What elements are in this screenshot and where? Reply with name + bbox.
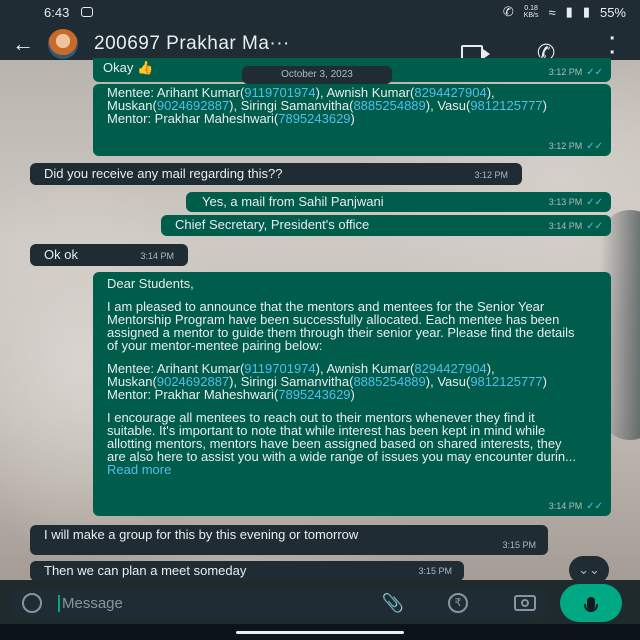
message-text: Dear Students, I am pleased to announce …: [107, 277, 583, 476]
message-outgoing[interactable]: Dear Students, I am pleased to announce …: [93, 272, 611, 516]
battery-icon: ▮: [582, 4, 590, 19]
message-outgoing[interactable]: Chief Secretary, President's office 3:14…: [161, 215, 611, 236]
message-text: Mentee: Arihant Kumar(9119701974), Awnis…: [107, 86, 547, 125]
message-incoming[interactable]: I will make a group for this by this eve…: [30, 525, 548, 555]
message-text: Then we can plan a meet someday: [44, 563, 247, 578]
contact-name[interactable]: 200697 Prakhar Ma···: [94, 33, 290, 55]
phone-link[interactable]: 9812125777: [470, 374, 542, 389]
emoji-icon[interactable]: [22, 593, 42, 613]
message-time: 3:15 PM: [502, 540, 536, 550]
message-meta: 3:14 PM: [140, 250, 174, 263]
message-meta: 3:15 PM: [502, 539, 536, 552]
message-text-part: ), Vasu(: [425, 98, 471, 113]
message-composer: 📎 ₹: [10, 586, 548, 620]
message-meta: 3:14 PM ✓✓: [549, 500, 603, 513]
read-more-link[interactable]: Read more: [107, 462, 171, 477]
message-time: 3:12 PM: [548, 141, 583, 151]
message-time: 3:12 PM: [474, 170, 508, 180]
message-text: Ok ok: [44, 247, 78, 262]
message-incoming[interactable]: Did you receive any mail regarding this?…: [30, 163, 522, 185]
phone-link[interactable]: 8885254889: [353, 98, 425, 113]
message-text-part: ): [542, 98, 547, 113]
message-time: 3:15 PM: [418, 566, 452, 576]
message-meta: 3:12 PM ✓✓: [549, 66, 603, 79]
message-greeting: Dear Students,: [107, 276, 194, 291]
double-tick-icon: ✓✓: [586, 221, 603, 232]
message-time: 3:13 PM: [548, 197, 583, 207]
message-meta: 3:12 PM: [474, 169, 508, 182]
message-text-part: ): [350, 387, 355, 402]
message-text: Okay 👍: [103, 60, 154, 75]
message-time: 3:14 PM: [548, 221, 583, 231]
message-text: Yes, a mail from Sahil Panjwani: [202, 194, 384, 209]
gesture-handle[interactable]: [236, 631, 404, 634]
network-speed-unit: KB/s: [523, 12, 539, 19]
status-icons: ✆ 0.18 KB/s ≈ ▮ ▮ 55%: [503, 4, 626, 20]
message-meta: 3:14 PM ✓✓: [549, 220, 603, 233]
date-chip: October 3, 2023: [242, 66, 392, 84]
double-tick-icon: ✓✓: [586, 501, 603, 512]
message-text-part: ): [542, 374, 547, 389]
status-bar: 6:43 ✆ 0.18 KB/s ≈ ▮ ▮ 55%: [0, 0, 640, 24]
double-tick-icon: ✓✓: [586, 197, 603, 208]
message-meta: 3:13 PM ✓✓: [549, 196, 603, 209]
network-speed-value: 0.18: [524, 5, 538, 12]
message-meta: 3:15 PM: [418, 565, 452, 578]
message-time: 3:12 PM: [548, 67, 583, 77]
arrow-left-icon[interactable]: ←: [12, 31, 38, 57]
message-text-part: I encourage all mentees to reach out to …: [107, 410, 576, 464]
message-text: Chief Secretary, President's office: [175, 217, 370, 232]
screenshot-icon: [81, 7, 94, 17]
message-incoming[interactable]: Then we can plan a meet someday 3:15 PM: [30, 561, 464, 581]
message-text-part: Mentor: Prakhar Maheshwari(: [107, 111, 279, 126]
paperclip-icon[interactable]: 📎: [382, 593, 404, 614]
message-text-part: ), Vasu(: [425, 374, 471, 389]
network-speed: 0.18 KB/s: [524, 5, 539, 19]
message-time: 3:14 PM: [548, 501, 583, 511]
mic-icon: [584, 596, 598, 612]
message-meta: 3:12 PM ✓✓: [549, 140, 603, 153]
status-time: 6:43: [44, 4, 70, 20]
battery-level: 55%: [599, 4, 626, 20]
message-time: 3:14 PM: [140, 251, 174, 261]
wifi-icon: ≈: [548, 4, 556, 20]
message-input[interactable]: [58, 594, 370, 612]
signal-icon: ▮: [565, 4, 573, 19]
double-tick-icon: ✓✓: [586, 141, 603, 152]
system-nav-bar: [0, 624, 640, 640]
message-paragraph: I encourage all mentees to reach out to …: [107, 411, 583, 476]
double-chevron-down-icon[interactable]: ⌄⌄: [569, 556, 609, 584]
message-incoming[interactable]: Ok ok 3:14 PM: [30, 244, 188, 266]
message-outgoing[interactable]: Mentee: Arihant Kumar(9119701974), Awnis…: [93, 84, 611, 156]
phone-link[interactable]: 7895243629: [278, 111, 350, 126]
message-text-part: ): [350, 111, 355, 126]
mic-button[interactable]: [560, 584, 622, 622]
message-text: Did you receive any mail regarding this?…: [44, 166, 283, 181]
message-text-part: Mentor: Prakhar Maheshwari(: [107, 387, 279, 402]
phone-link[interactable]: 8885254889: [353, 374, 425, 389]
double-tick-icon: ✓✓: [586, 67, 603, 78]
message-text: I will make a group for this by this eve…: [44, 527, 359, 542]
message-outgoing[interactable]: Yes, a mail from Sahil Panjwani 3:13 PM ✓…: [186, 192, 611, 212]
rupee-icon[interactable]: ₹: [448, 593, 468, 613]
message-paragraph: I am pleased to announce that the mentor…: [107, 299, 575, 353]
call-status-icon: ✆: [502, 4, 514, 19]
message-mentee-list: Mentee: Arihant Kumar(9119701974), Awnis…: [107, 362, 547, 401]
camera-icon[interactable]: [514, 595, 536, 611]
phone-link[interactable]: 7895243629: [278, 387, 350, 402]
phone-link[interactable]: 9812125777: [470, 98, 542, 113]
avatar[interactable]: [48, 29, 78, 59]
